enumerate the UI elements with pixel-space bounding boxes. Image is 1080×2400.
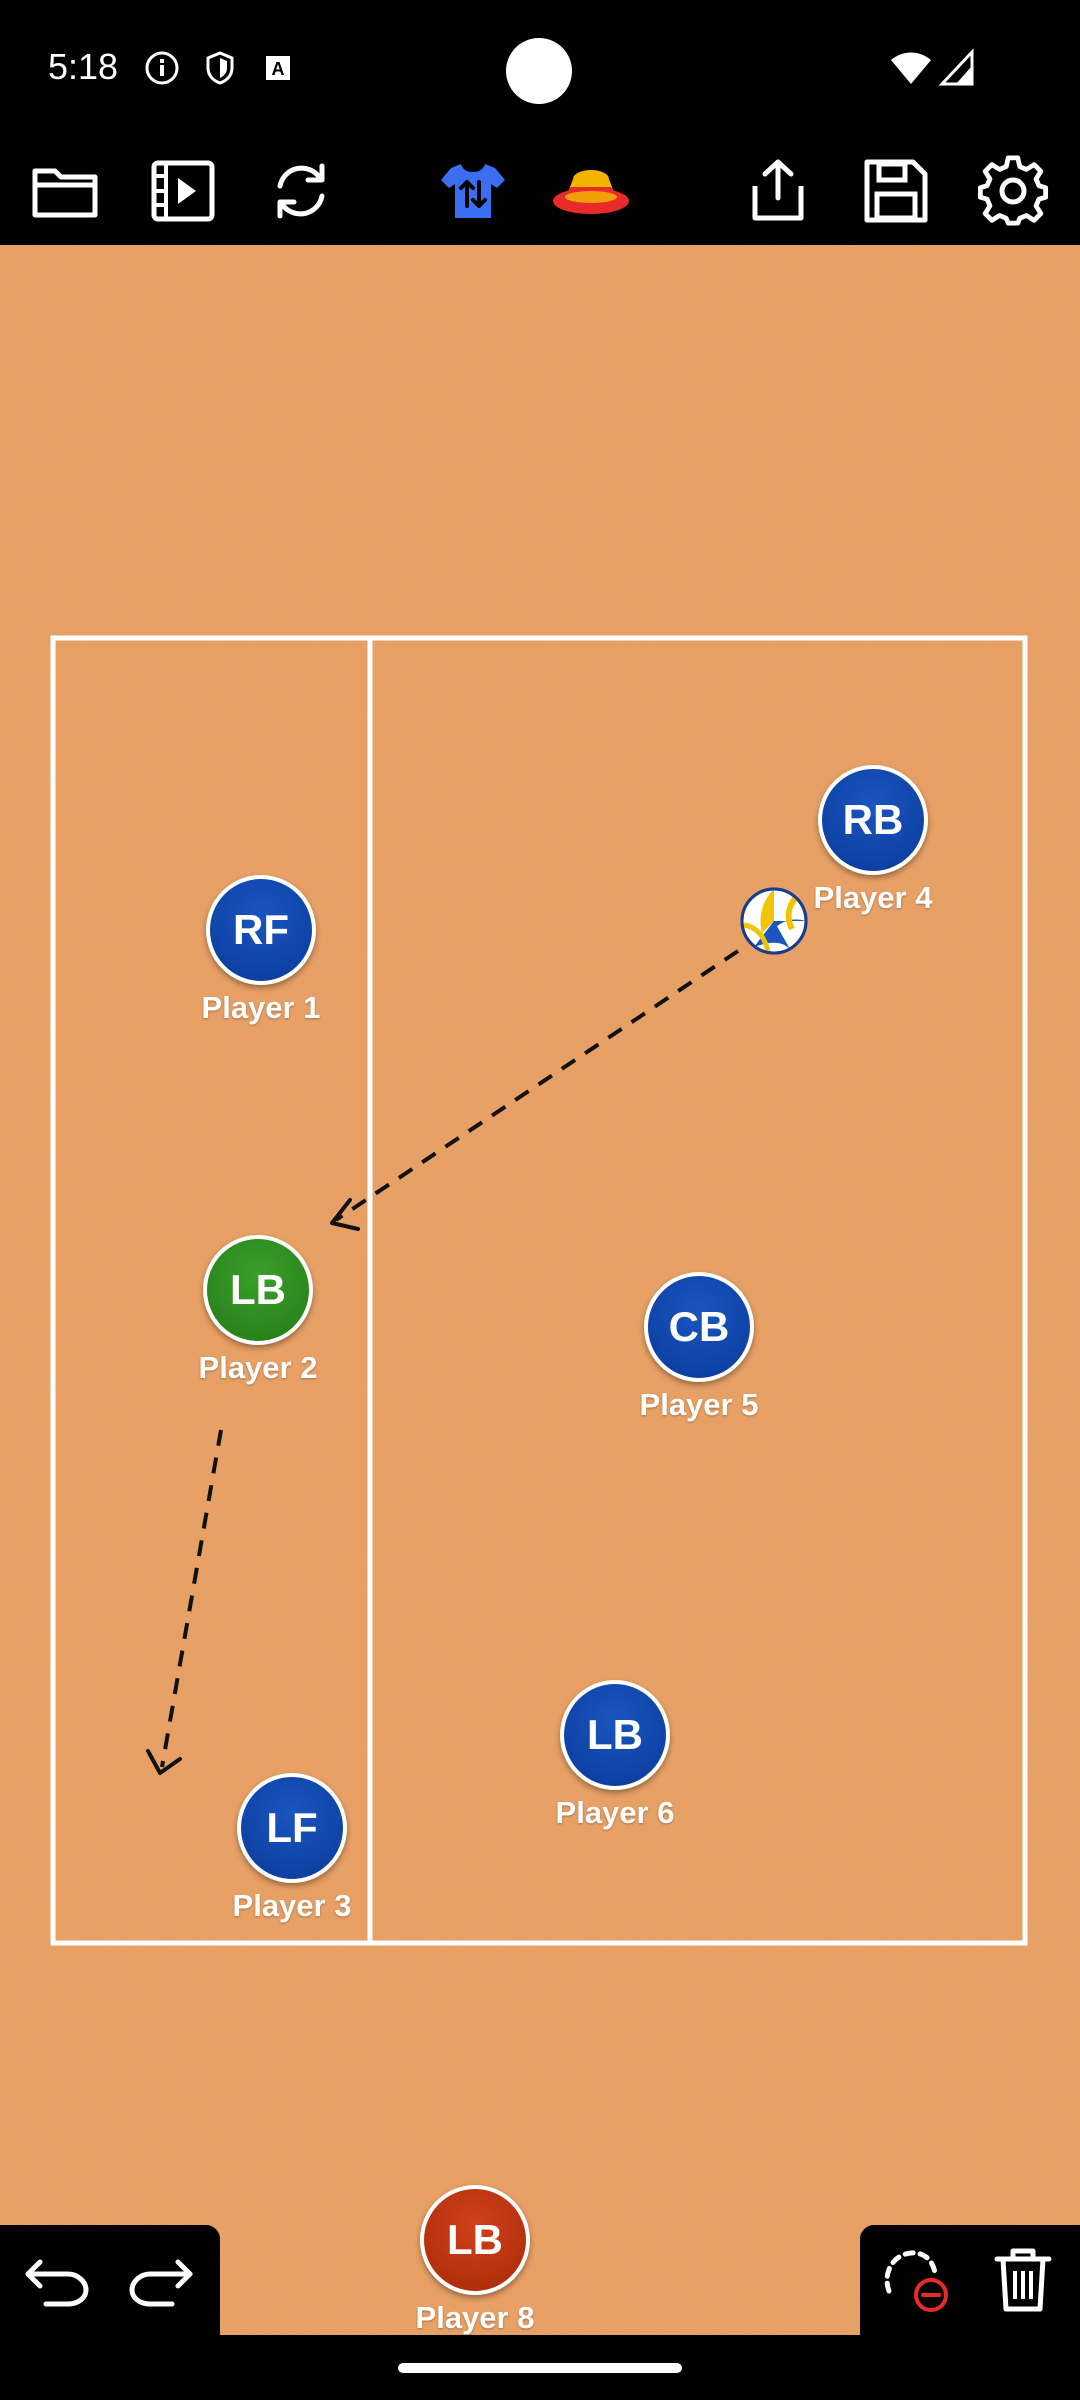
player-token-1[interactable]: RF	[206, 875, 316, 985]
share-icon[interactable]	[735, 148, 821, 234]
font-icon: A	[258, 48, 298, 88]
undo-icon[interactable]	[14, 2237, 100, 2323]
player-label: Player 2	[198, 1350, 318, 1385]
player-badge: LF	[266, 1804, 318, 1851]
refresh-icon[interactable]	[258, 148, 344, 234]
player-badge: LB	[447, 2216, 503, 2263]
player-token-3[interactable]: LF	[237, 1773, 347, 1883]
redo-icon[interactable]	[118, 2237, 204, 2323]
status-bar: 5:18 A	[0, 0, 1080, 140]
player-badge: CB	[668, 1303, 730, 1350]
player-badge: RB	[842, 796, 904, 843]
volleyball-icon[interactable]	[740, 887, 808, 955]
player-badge: LB	[587, 1711, 643, 1758]
home-indicator[interactable]	[398, 2363, 682, 2373]
video-icon[interactable]	[140, 148, 226, 234]
player-badge: RF	[233, 906, 289, 953]
player-label: Player 6	[555, 1795, 675, 1830]
player-token-5[interactable]: CB	[644, 1272, 754, 1382]
court-area[interactable]: RF Player 1 LB Player 2 LF Player 3 RB P…	[0, 245, 1080, 2400]
player-token-4[interactable]: RB	[818, 765, 928, 875]
navigation-bar	[0, 2335, 1080, 2400]
cones-icon[interactable]	[548, 148, 634, 234]
player-label: Player 1	[201, 990, 321, 1025]
delete-path-icon[interactable]	[874, 2237, 960, 2323]
player-label: Player 3	[232, 1888, 352, 1923]
folder-icon[interactable]	[22, 148, 108, 234]
player-label: Player 8	[415, 2300, 535, 2335]
svg-text:A: A	[272, 59, 285, 79]
bottom-left-controls	[0, 2225, 220, 2335]
jersey-swap-icon[interactable]	[430, 148, 516, 234]
camera-cutout	[506, 38, 572, 104]
trash-icon[interactable]	[980, 2237, 1066, 2323]
court-lines	[0, 245, 1080, 2400]
signal-icon	[938, 48, 978, 88]
player-label: Player 5	[639, 1387, 759, 1422]
settings-icon[interactable]	[970, 148, 1056, 234]
wifi-icon	[888, 48, 934, 88]
bottom-right-controls	[860, 2225, 1080, 2335]
status-time: 5:18	[48, 46, 119, 87]
toolbar	[0, 140, 1080, 245]
save-icon[interactable]	[853, 148, 939, 234]
player-badge: LB	[230, 1266, 286, 1313]
player-token-8[interactable]: LB	[420, 2185, 530, 2295]
player-token-2[interactable]: LB	[203, 1235, 313, 1345]
shield-icon	[200, 48, 240, 88]
player-token-6[interactable]: LB	[560, 1680, 670, 1790]
info-icon	[142, 48, 182, 88]
